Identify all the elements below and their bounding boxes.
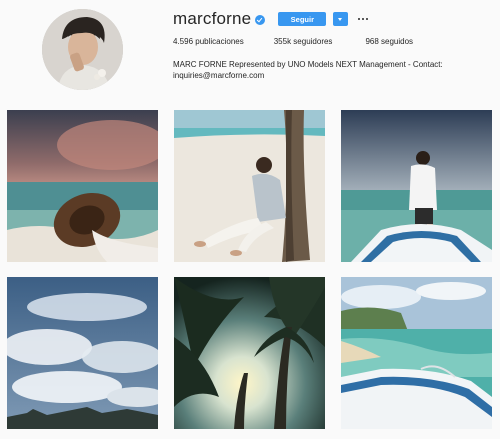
bio-line: MARC FORNE Represented by UNO Models NEX… (173, 60, 443, 69)
chevron-down-icon[interactable] (333, 12, 349, 26)
post-thumbnail[interactable] (174, 277, 325, 429)
post-thumbnail[interactable] (174, 110, 325, 262)
post-thumbnail[interactable] (341, 110, 492, 262)
post-thumbnail[interactable] (7, 110, 158, 262)
post-thumbnail[interactable] (341, 277, 492, 429)
username: marcforne (173, 9, 252, 28)
avatar[interactable] (42, 9, 123, 90)
profile-header: marcforne Seguir 4.596 publicaciones 355… (0, 0, 500, 105)
post-thumbnail[interactable] (7, 277, 158, 429)
verified-badge-icon (255, 15, 266, 25)
bio: MARC FORNE Represented by UNO Models NEX… (173, 59, 473, 81)
username-row: marcforne Seguir (173, 9, 368, 29)
bio-email: inquiries@marcforne.com (173, 71, 265, 80)
stats-row: 4.596 publicaciones 355k seguidores 968 … (173, 37, 446, 46)
followers-count[interactable]: 355k seguidores (274, 37, 333, 46)
follow-button[interactable]: Seguir (278, 12, 327, 26)
post-grid (7, 110, 493, 430)
more-options-icon[interactable] (358, 18, 368, 20)
posts-count: 4.596 publicaciones (173, 37, 244, 46)
following-count[interactable]: 968 seguidos (365, 37, 413, 46)
